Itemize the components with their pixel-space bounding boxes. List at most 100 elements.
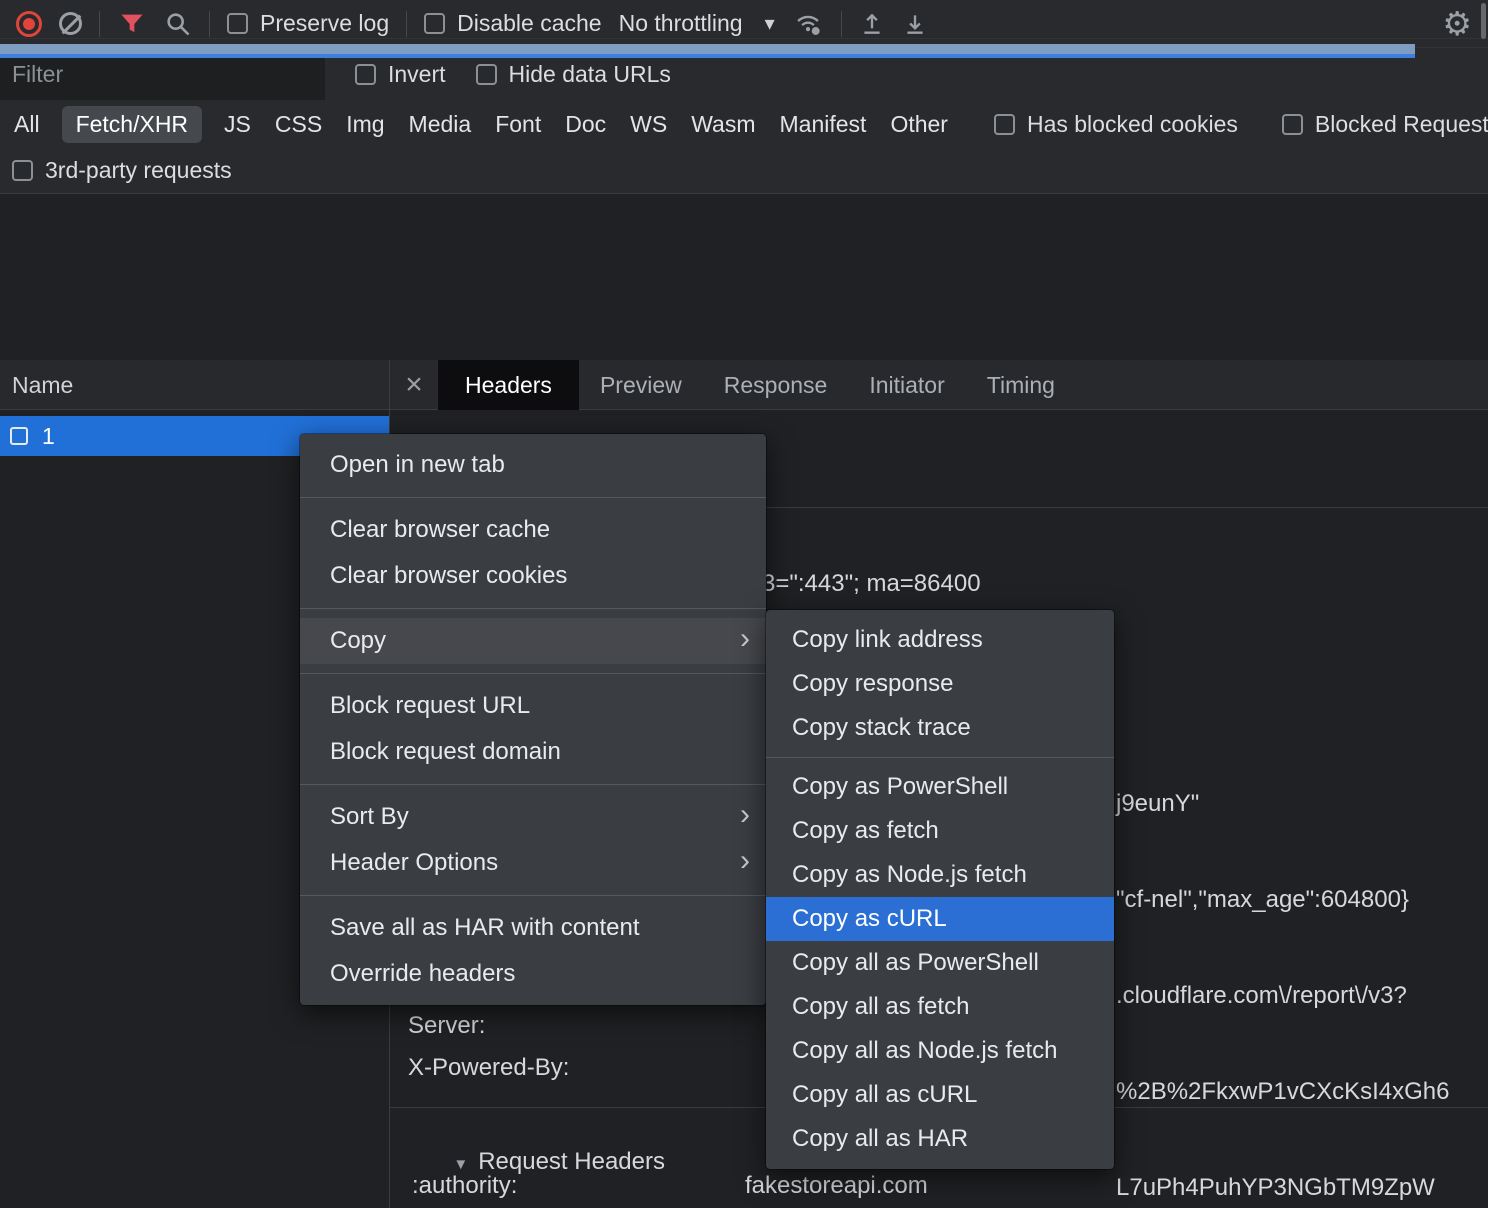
tab-initiator[interactable]: Initiator bbox=[848, 360, 965, 410]
header-name-authority: :authority: bbox=[412, 1172, 517, 1200]
hide-data-urls-checkbox[interactable]: Hide data URLs bbox=[476, 61, 671, 88]
search-button[interactable] bbox=[164, 10, 192, 38]
wrapped-line: "cf-nel","max_age":604800} bbox=[1116, 880, 1449, 920]
submenu-item-copy-link-address[interactable]: Copy link address bbox=[766, 618, 1114, 662]
checkbox-box bbox=[424, 13, 445, 34]
record-button[interactable] bbox=[16, 11, 42, 37]
disable-cache-label: Disable cache bbox=[457, 10, 601, 37]
type-filter-fetch-xhr[interactable]: Fetch/XHR bbox=[62, 106, 202, 143]
menu-item-header-options[interactable]: Header Options › bbox=[300, 840, 766, 886]
menu-item-header-options-label: Header Options bbox=[330, 849, 498, 877]
record-icon bbox=[16, 11, 42, 37]
menu-item-block-request-domain[interactable]: Block request domain bbox=[300, 729, 766, 775]
wrapped-header-value: j9eunY" "cf-nel","max_age":604800} .clou… bbox=[1116, 728, 1449, 1208]
menu-item-clear-browser-cache[interactable]: Clear browser cache bbox=[300, 507, 766, 553]
menu-item-sort-by[interactable]: Sort By › bbox=[300, 794, 766, 840]
gear-icon: ⚙ bbox=[1442, 7, 1472, 40]
request-row-checkbox[interactable] bbox=[10, 427, 28, 445]
overview-waterfall-bar[interactable] bbox=[0, 44, 1415, 54]
copy-submenu: Copy link address Copy response Copy sta… bbox=[766, 610, 1114, 1169]
devtools-network-panel: Preserve log Disable cache No throttling… bbox=[0, 0, 1488, 1208]
search-icon bbox=[164, 10, 192, 38]
menu-item-clear-browser-cookies[interactable]: Clear browser cookies bbox=[300, 553, 766, 599]
network-conditions-button[interactable] bbox=[792, 10, 824, 38]
submenu-item-copy-stack-trace[interactable]: Copy stack trace bbox=[766, 706, 1114, 750]
type-filter-other[interactable]: Other bbox=[888, 106, 950, 143]
third-party-filter-row: 3rd-party requests bbox=[0, 148, 1488, 194]
type-filter-doc[interactable]: Doc bbox=[563, 106, 608, 143]
close-detail-button[interactable]: × bbox=[390, 368, 438, 402]
funnel-icon bbox=[117, 10, 147, 38]
invert-checkbox[interactable]: Invert bbox=[355, 61, 446, 88]
submenu-arrow-icon: › bbox=[740, 798, 750, 832]
submenu-item-copy-as-fetch[interactable]: Copy as fetch bbox=[766, 809, 1114, 853]
type-filter-all[interactable]: All bbox=[12, 106, 42, 143]
invert-label: Invert bbox=[388, 61, 446, 88]
network-toolbar: Preserve log Disable cache No throttling… bbox=[0, 0, 1488, 48]
third-party-requests-checkbox[interactable]: 3rd-party requests bbox=[12, 157, 232, 184]
submenu-item-copy-as-nodejs-fetch[interactable]: Copy as Node.js fetch bbox=[766, 853, 1114, 897]
submenu-item-copy-as-powershell[interactable]: Copy as PowerShell bbox=[766, 765, 1114, 809]
submenu-item-copy-all-as-powershell[interactable]: Copy all as PowerShell bbox=[766, 941, 1114, 985]
submenu-arrow-icon: › bbox=[740, 622, 750, 656]
upload-icon bbox=[859, 11, 885, 37]
submenu-item-copy-all-as-nodejs-fetch[interactable]: Copy all as Node.js fetch bbox=[766, 1029, 1114, 1073]
submenu-arrow-icon: › bbox=[740, 844, 750, 878]
clear-button[interactable] bbox=[59, 12, 82, 35]
type-filter-css[interactable]: CSS bbox=[273, 106, 324, 143]
blocked-requests-label: Blocked Requests bbox=[1315, 111, 1488, 138]
third-party-requests-label: 3rd-party requests bbox=[45, 157, 232, 184]
toolbar-divider bbox=[841, 11, 842, 37]
export-har-button[interactable] bbox=[902, 11, 928, 37]
scrollbar-thumb[interactable] bbox=[1481, 3, 1486, 39]
menu-separator bbox=[300, 673, 766, 674]
type-filter-media[interactable]: Media bbox=[407, 106, 474, 143]
request-name: 1 bbox=[42, 423, 55, 450]
tab-headers[interactable]: Headers bbox=[438, 360, 579, 410]
has-blocked-cookies-label: Has blocked cookies bbox=[1027, 111, 1238, 138]
wrapped-line: %2B%2FkxwP1vCXcKsI4xGh6 bbox=[1116, 1072, 1449, 1112]
menu-item-copy[interactable]: Copy › bbox=[300, 618, 766, 664]
submenu-item-copy-all-as-har[interactable]: Copy all as HAR bbox=[766, 1117, 1114, 1161]
checkbox-box bbox=[227, 13, 248, 34]
menu-item-open-in-new-tab[interactable]: Open in new tab bbox=[300, 442, 766, 488]
wrapped-line: L7uPh4PuhYP3NGbTM9ZpW bbox=[1116, 1168, 1449, 1208]
clear-icon bbox=[59, 12, 82, 35]
throttling-value: No throttling bbox=[619, 10, 743, 37]
resource-type-filter-bar: All Fetch/XHR JS CSS Img Media Font Doc … bbox=[0, 100, 1488, 148]
timeline-divider bbox=[0, 38, 1488, 39]
menu-item-override-headers[interactable]: Override headers bbox=[300, 951, 766, 997]
tab-preview[interactable]: Preview bbox=[579, 360, 703, 410]
type-filter-img[interactable]: Img bbox=[344, 106, 386, 143]
type-filter-js[interactable]: JS bbox=[222, 106, 253, 143]
submenu-item-copy-response[interactable]: Copy response bbox=[766, 662, 1114, 706]
disable-cache-checkbox[interactable]: Disable cache bbox=[424, 10, 601, 37]
header-value-authority: fakestoreapi.com bbox=[745, 1172, 928, 1200]
submenu-item-copy-all-as-curl[interactable]: Copy all as cURL bbox=[766, 1073, 1114, 1117]
menu-item-save-all-as-har[interactable]: Save all as HAR with content bbox=[300, 905, 766, 951]
header-value-fragment: 3=":443"; ma=86400 bbox=[762, 570, 981, 598]
type-filter-wasm[interactable]: Wasm bbox=[689, 106, 757, 143]
tab-response[interactable]: Response bbox=[703, 360, 849, 410]
preserve-log-checkbox[interactable]: Preserve log bbox=[227, 10, 389, 37]
download-icon bbox=[902, 11, 928, 37]
type-filter-font[interactable]: Font bbox=[493, 106, 543, 143]
blocked-requests-checkbox[interactable]: Blocked Requests bbox=[1282, 111, 1488, 138]
import-har-button[interactable] bbox=[859, 11, 885, 37]
menu-separator bbox=[300, 895, 766, 896]
type-filter-ws[interactable]: WS bbox=[628, 106, 669, 143]
header-name-x-powered-by: X-Powered-By: bbox=[408, 1054, 569, 1082]
submenu-item-copy-as-curl[interactable]: Copy as cURL bbox=[766, 897, 1114, 941]
has-blocked-cookies-checkbox[interactable]: Has blocked cookies bbox=[994, 111, 1238, 138]
chevron-down-icon: ▾ bbox=[765, 11, 775, 36]
settings-button[interactable]: ⚙ bbox=[1442, 7, 1472, 40]
type-filter-manifest[interactable]: Manifest bbox=[778, 106, 869, 143]
throttling-select[interactable]: No throttling ▾ bbox=[619, 10, 775, 37]
menu-item-block-request-url[interactable]: Block request URL bbox=[300, 683, 766, 729]
checkbox-box bbox=[355, 64, 376, 85]
name-column-header[interactable]: Name bbox=[0, 360, 389, 410]
tab-timing[interactable]: Timing bbox=[966, 360, 1076, 410]
filter-toggle-button[interactable] bbox=[117, 10, 147, 38]
submenu-item-copy-all-as-fetch[interactable]: Copy all as fetch bbox=[766, 985, 1114, 1029]
wrapped-line: .cloudflare.com\/report\/v3? bbox=[1116, 976, 1449, 1016]
